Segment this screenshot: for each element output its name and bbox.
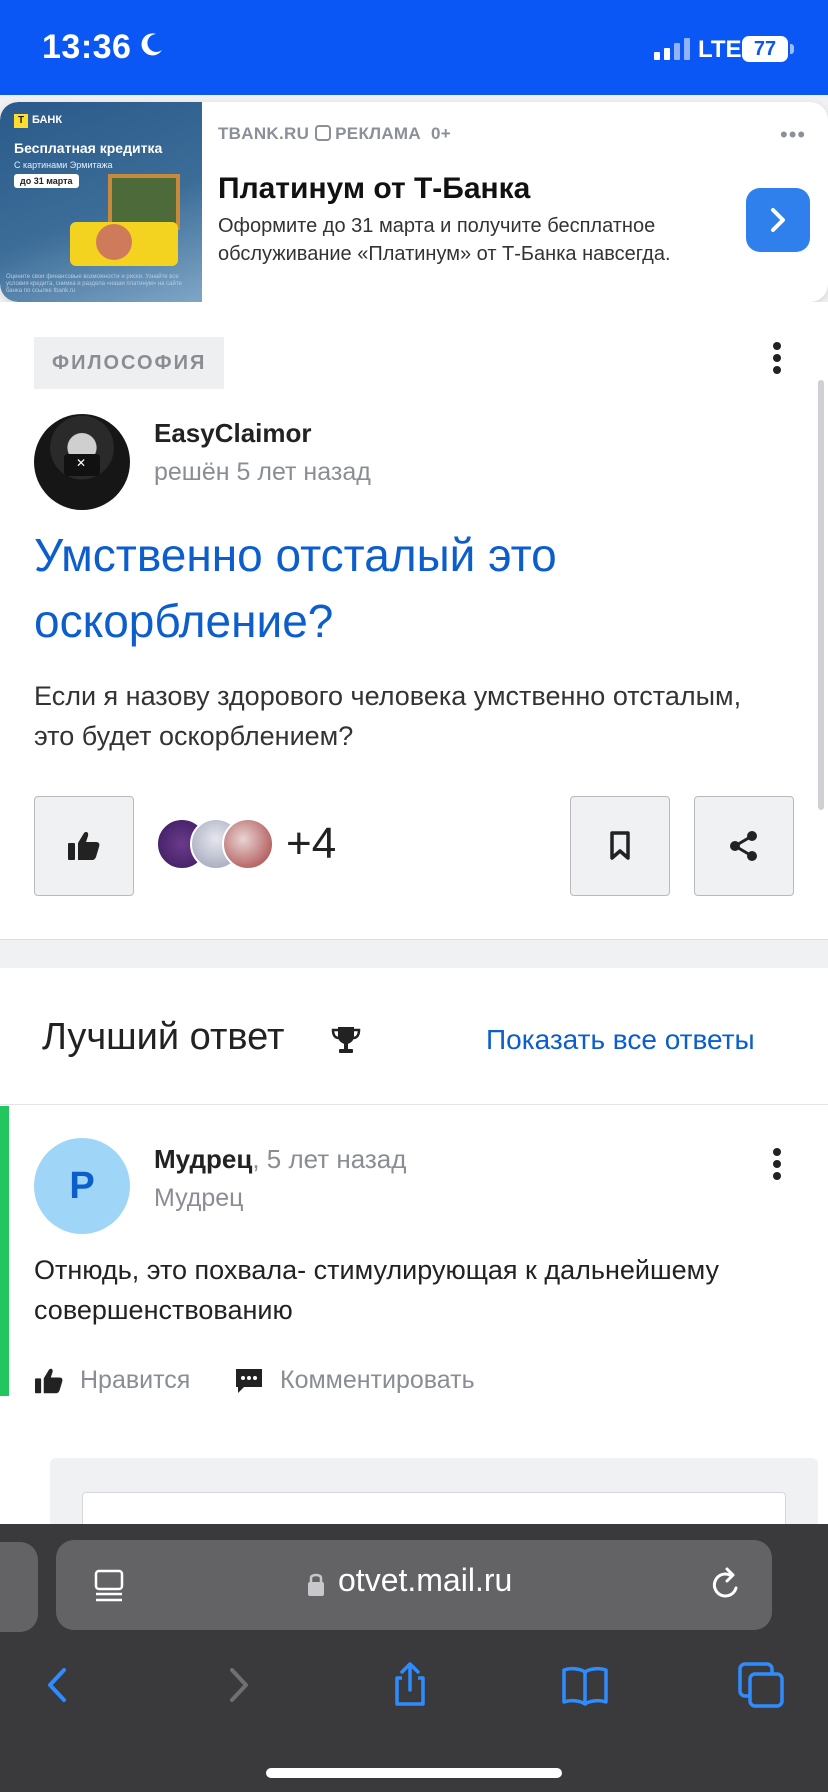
ad-banner[interactable]: Т БАНК Бесплатная кредитка С картинами Эр… xyxy=(0,102,828,302)
question-title[interactable]: Умственно отсталый это оскорбление? xyxy=(34,522,774,654)
chevron-right-icon xyxy=(771,208,785,232)
status-bar: 13:36 LTE 77 xyxy=(0,0,828,95)
thumbs-up-icon xyxy=(68,832,100,860)
thumbs-up-icon xyxy=(35,1368,63,1393)
likers-count[interactable]: +4 xyxy=(286,818,336,870)
reader-mode-icon[interactable] xyxy=(92,1568,126,1604)
lock-icon xyxy=(308,1573,324,1596)
question-author[interactable]: EasyClaimor xyxy=(154,418,312,449)
question-body: Если я назову здорового человека умствен… xyxy=(34,681,742,751)
address-bar[interactable]: otvet.mail.ru xyxy=(56,1540,772,1630)
url-text[interactable]: otvet.mail.ru xyxy=(338,1562,512,1599)
question-status: решён 5 лет назад xyxy=(154,458,371,486)
ad-info-icon xyxy=(315,125,332,141)
ad-more-icon[interactable]: ••• xyxy=(780,122,806,148)
previous-tab-pill[interactable] xyxy=(0,1542,38,1632)
share-icon xyxy=(730,831,757,861)
answer-rank: Мудрец xyxy=(154,1184,244,1212)
answer-time: , 5 лет назад xyxy=(252,1144,407,1174)
bookmark-button[interactable] xyxy=(570,796,670,896)
tbank-logo-icon: Т xyxy=(14,114,28,128)
answer-comment-label: Комментировать xyxy=(280,1366,475,1394)
ad-image-title: Бесплатная кредитка xyxy=(14,140,163,156)
answer-avatar[interactable]: Р xyxy=(34,1138,130,1234)
share-icon[interactable] xyxy=(385,1660,435,1710)
ad-image-chip: до 31 марта xyxy=(14,174,79,188)
question-card: ФИЛОСОФИЯ EasyClaimor решён 5 лет назад … xyxy=(0,302,828,940)
ad-label: РЕКЛАМА xyxy=(335,124,421,143)
comment-icon xyxy=(236,1368,262,1393)
moon-icon xyxy=(141,33,162,56)
flower-illustration xyxy=(96,224,132,260)
ad-image-bank-name: БАНК xyxy=(32,114,63,126)
ad-image-bank: Т БАНК xyxy=(14,114,62,128)
home-indicator[interactable] xyxy=(266,1768,562,1778)
tabs-icon[interactable] xyxy=(736,1660,786,1710)
bookmark-icon xyxy=(610,831,630,860)
share-button[interactable] xyxy=(694,796,794,896)
ad-image-fine-print: Оцените свои финансовые возможности и ри… xyxy=(6,274,182,294)
network-type: LTE xyxy=(698,36,742,63)
best-answer-card: Лучший ответ Показать все ответы Р Мудре… xyxy=(0,968,828,1532)
forward-icon[interactable] xyxy=(212,1660,262,1710)
best-answer-title: Лучший ответ xyxy=(42,1016,285,1058)
ad-meta: TBANK.RU РЕКЛАМА 0+ xyxy=(218,124,451,144)
question-more-icon[interactable] xyxy=(762,338,792,378)
ad-open-button[interactable] xyxy=(746,188,810,252)
status-time: 13:36 xyxy=(42,28,132,66)
divider xyxy=(0,1104,828,1105)
like-button[interactable] xyxy=(34,796,134,896)
ad-source: TBANK.RU xyxy=(218,124,310,143)
answer-more-icon[interactable] xyxy=(762,1144,792,1184)
ad-description: Оформите до 31 марта и получите бесплатн… xyxy=(218,215,671,265)
show-all-answers-link[interactable]: Показать все ответы xyxy=(486,1024,755,1056)
trophy-icon xyxy=(331,1027,361,1053)
avatar[interactable] xyxy=(34,414,130,510)
answer-text: Отнюдь, это похвала- стимулирующая к дал… xyxy=(34,1255,720,1325)
page-scrollbar[interactable] xyxy=(818,380,824,810)
answer-like-button[interactable]: Нравится xyxy=(34,1366,190,1395)
ad-age: 0+ xyxy=(431,124,451,143)
reload-icon[interactable] xyxy=(708,1566,744,1604)
battery-tip xyxy=(790,44,794,54)
ad-image-subtitle: С картинами Эрмитажа xyxy=(14,160,113,170)
category-tag[interactable]: ФИЛОСОФИЯ xyxy=(34,337,225,389)
answer-comment-button[interactable]: Комментировать xyxy=(234,1366,475,1395)
back-icon[interactable] xyxy=(34,1660,84,1710)
ad-headline[interactable]: Платинум от Т-Банка xyxy=(218,172,530,206)
signal-icon xyxy=(654,38,690,60)
liker-avatar xyxy=(222,818,274,870)
answer-like-label: Нравится xyxy=(80,1366,191,1394)
ad-image[interactable]: Т БАНК Бесплатная кредитка С картинами Эр… xyxy=(0,102,202,302)
battery-indicator: 77 xyxy=(742,36,788,62)
likers-avatars[interactable] xyxy=(156,818,276,870)
best-answer-accent xyxy=(0,1106,9,1396)
browser-toolbar: otvet.mail.ru xyxy=(0,1524,828,1792)
answer-author-line: Мудрец, 5 лет назад xyxy=(154,1144,406,1175)
avatar-mask xyxy=(64,454,100,476)
answer-author[interactable]: Мудрец xyxy=(154,1144,252,1174)
bookmarks-icon[interactable] xyxy=(560,1660,610,1710)
